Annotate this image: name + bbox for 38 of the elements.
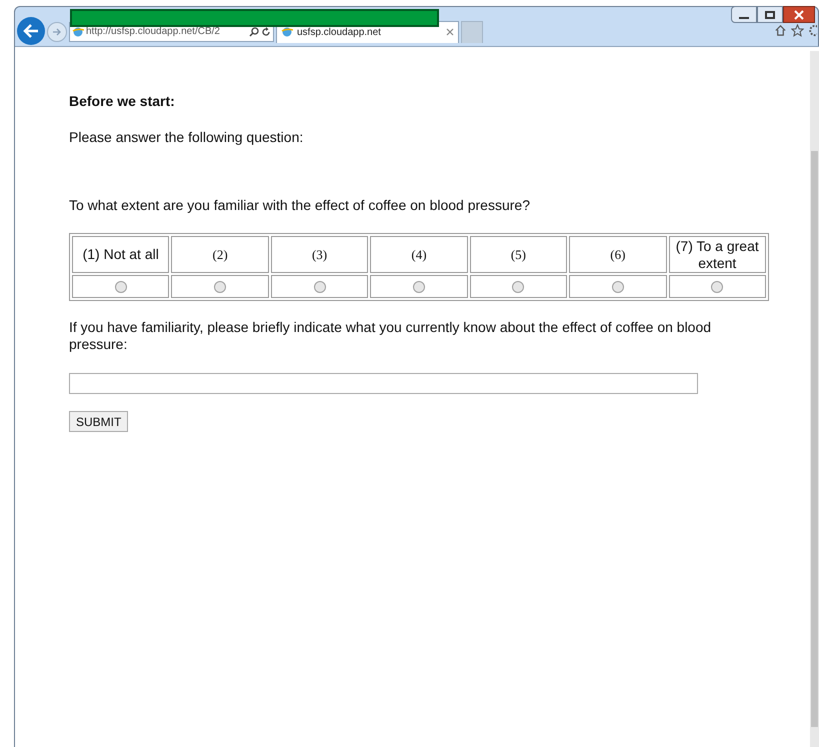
globe-icon [281,26,293,38]
search-icon [249,26,259,36]
radio-button[interactable] [612,281,624,294]
close-icon [794,10,804,20]
radio-button[interactable] [412,281,425,294]
submit-button[interactable]: SUBMIT [69,411,128,432]
forward-arrow-icon [52,26,62,36]
answer-field[interactable] [69,373,698,394]
close-icon[interactable] [446,28,454,36]
radio-button[interactable] [711,281,724,294]
option-label: (6) [569,236,667,273]
radio-button[interactable] [314,281,326,294]
option-label: (3) [270,236,368,273]
settings-icon[interactable] [808,24,817,36]
option-label: (2) [171,236,269,273]
new-tab-button[interactable] [461,20,483,42]
radio-button[interactable] [512,281,524,294]
scrollbar[interactable] [810,51,819,747]
question-text: To what extent are you familiar with the effect of coffee on blood pressure? [69,196,531,215]
star-icon[interactable] [791,24,804,36]
radio-button[interactable] [214,281,226,294]
refresh-icon [261,26,271,36]
home-icon[interactable] [774,24,787,36]
option-label: (1) Not at all [72,236,170,273]
close-button[interactable] [783,6,815,23]
heading: Before we start: [69,92,176,111]
intro-text: Please answer the following question: [69,128,304,147]
address-text: http://usfsp.cloudapp.net/CB/2 [86,25,220,39]
tab-title: usfsp.cloudapp.net [297,26,381,40]
minimize-button[interactable] [731,6,757,23]
option-label: (5) [470,236,568,273]
maximize-button[interactable] [757,6,783,23]
followup-text: If you have familiarity, please briefly indicate what you currently know about the effect of coffee on blood pressure: [69,319,712,353]
radio-button[interactable] [114,281,127,294]
option-label: (4) [370,236,468,273]
globe-icon [72,26,84,38]
option-label: (7) To a great extent [668,236,766,273]
back-arrow-icon [23,24,39,38]
